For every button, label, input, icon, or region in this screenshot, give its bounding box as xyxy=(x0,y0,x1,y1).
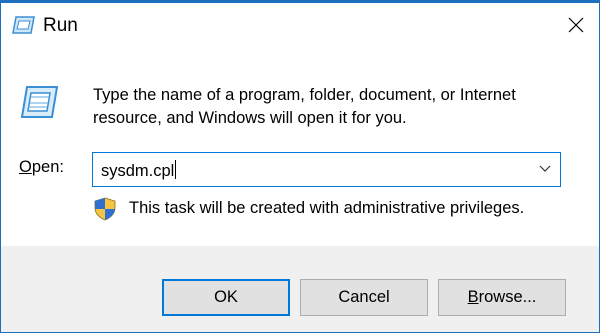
open-input-value: sysdm.cpl xyxy=(101,162,175,180)
open-label: Open: xyxy=(19,158,64,177)
close-icon xyxy=(568,17,584,33)
open-label-mnemonic: O xyxy=(19,158,32,176)
close-button[interactable] xyxy=(553,3,599,47)
title-bar[interactable]: Run xyxy=(1,3,599,47)
open-label-rest: pen: xyxy=(31,158,64,176)
run-dialog: Run Type the name of a program, folder, … xyxy=(0,0,600,333)
admin-privileges-note: This task will be created with administr… xyxy=(129,199,525,217)
browse-label-rest: rowse... xyxy=(478,288,537,306)
open-input[interactable]: sysdm.cpl xyxy=(101,160,177,181)
dialog-description: Type the name of a program, folder, docu… xyxy=(93,86,516,127)
chevron-down-icon[interactable] xyxy=(538,163,552,175)
cancel-button[interactable]: Cancel xyxy=(300,279,428,316)
run-icon xyxy=(12,16,35,34)
open-combobox[interactable]: sysdm.cpl xyxy=(92,152,561,187)
run-icon xyxy=(20,86,59,118)
window-title: Run xyxy=(43,15,78,36)
text-caret xyxy=(175,160,177,179)
browse-button[interactable]: Browse... xyxy=(438,279,566,316)
uac-shield-icon xyxy=(94,197,116,221)
browse-mnemonic: B xyxy=(467,288,479,306)
ok-button[interactable]: OK xyxy=(162,279,290,316)
